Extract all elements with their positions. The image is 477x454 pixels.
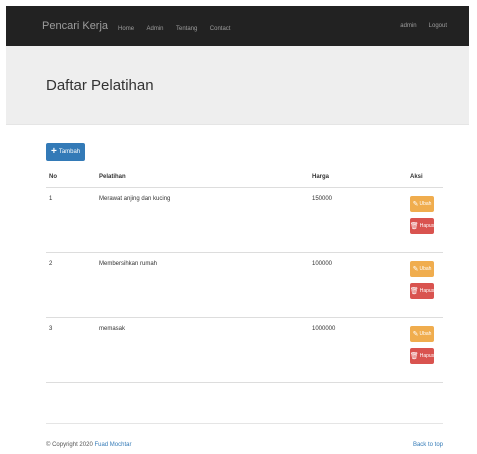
cell-pelatihan: memasak xyxy=(96,317,309,382)
cell-aksi: ✎ Ubah 🗑 Hapus xyxy=(407,252,443,318)
edit-label: Ubah xyxy=(419,266,432,272)
edit-button[interactable]: ✎ Ubah xyxy=(410,196,434,212)
nav-user-admin[interactable]: admin xyxy=(400,23,416,29)
cell-harga: 150000 xyxy=(309,187,407,253)
cell-pelatihan: Membersihkan rumah xyxy=(96,252,309,318)
header-no: No xyxy=(46,167,96,188)
table-row: 1 Merawat anjing dan kucing 150000 ✎ Uba… xyxy=(46,187,443,253)
edit-button[interactable]: ✎ Ubah xyxy=(410,261,434,277)
cell-aksi: ✎ Ubah 🗑 Hapus xyxy=(407,317,443,382)
delete-button[interactable]: 🗑 Hapus xyxy=(410,218,434,234)
page-title: Daftar Pelatihan xyxy=(46,76,154,94)
nav-right: admin Logout xyxy=(400,23,447,29)
copyright-text: © Copyright 2020 xyxy=(46,442,93,448)
cell-no: 1 xyxy=(46,187,96,253)
delete-label: Hapus xyxy=(419,353,435,359)
edit-button[interactable]: ✎ Ubah xyxy=(410,326,434,342)
delete-label: Hapus xyxy=(419,288,435,294)
nav-home[interactable]: Home xyxy=(118,26,134,32)
trash-icon: 🗑 xyxy=(409,223,419,230)
table-header-row: No Pelatihan Harga Aksi xyxy=(46,167,443,188)
header-aksi: Aksi xyxy=(407,167,443,188)
table-bottom-divider xyxy=(46,382,443,383)
cell-pelatihan: Merawat anjing dan kucing xyxy=(96,187,309,253)
nav-logout[interactable]: Logout xyxy=(429,23,447,29)
nav-links: Home Admin Tentang Contact xyxy=(118,17,238,35)
trash-icon: 🗑 xyxy=(409,288,419,295)
trash-icon: 🗑 xyxy=(409,353,419,360)
edit-label: Ubah xyxy=(419,201,432,207)
nav-contact[interactable]: Contact xyxy=(210,26,231,32)
header-pelatihan: Pelatihan xyxy=(96,167,309,188)
nav-admin[interactable]: Admin xyxy=(147,26,164,32)
edit-icon: ✎ xyxy=(412,331,419,338)
cell-aksi: ✎ Ubah 🗑 Hapus xyxy=(407,187,443,253)
delete-label: Hapus xyxy=(419,223,435,229)
author-link[interactable]: Fuad Mochtar xyxy=(94,442,131,448)
edit-icon: ✎ xyxy=(412,201,419,208)
edit-icon: ✎ xyxy=(412,266,419,273)
main-content: + Tambah No Pelatihan Harga Aksi 1 Meraw… xyxy=(6,125,469,448)
header-harga: Harga xyxy=(309,167,407,188)
page-header: Daftar Pelatihan xyxy=(6,46,469,125)
cell-no: 3 xyxy=(46,317,96,382)
training-table: No Pelatihan Harga Aksi 1 Merawat anjing… xyxy=(46,167,443,382)
footer-copyright: © Copyright 2020 Fuad Mochtar xyxy=(46,442,131,448)
back-to-top-link[interactable]: Back to top xyxy=(413,442,443,448)
delete-button[interactable]: 🗑 Hapus xyxy=(410,283,434,299)
brand-link[interactable]: Pencari Kerja xyxy=(42,20,108,32)
table-row: 3 memasak 1000000 ✎ Ubah 🗑 Hapus xyxy=(46,317,443,382)
add-button[interactable]: + Tambah xyxy=(46,143,86,161)
edit-label: Ubah xyxy=(419,331,432,337)
cell-harga: 1000000 xyxy=(309,317,407,382)
plus-icon: + xyxy=(51,146,57,157)
add-button-label: Tambah xyxy=(58,149,81,155)
nav-tentang[interactable]: Tentang xyxy=(176,26,197,32)
cell-harga: 100000 xyxy=(309,252,407,318)
footer: © Copyright 2020 Fuad Mochtar Back to to… xyxy=(46,423,443,448)
app-window: Pencari Kerja Home Admin Tentang Contact… xyxy=(6,6,469,448)
navbar: Pencari Kerja Home Admin Tentang Contact… xyxy=(6,6,469,46)
cell-no: 2 xyxy=(46,252,96,318)
table-row: 2 Membersihkan rumah 100000 ✎ Ubah 🗑 Hap… xyxy=(46,252,443,318)
delete-button[interactable]: 🗑 Hapus xyxy=(410,348,434,364)
